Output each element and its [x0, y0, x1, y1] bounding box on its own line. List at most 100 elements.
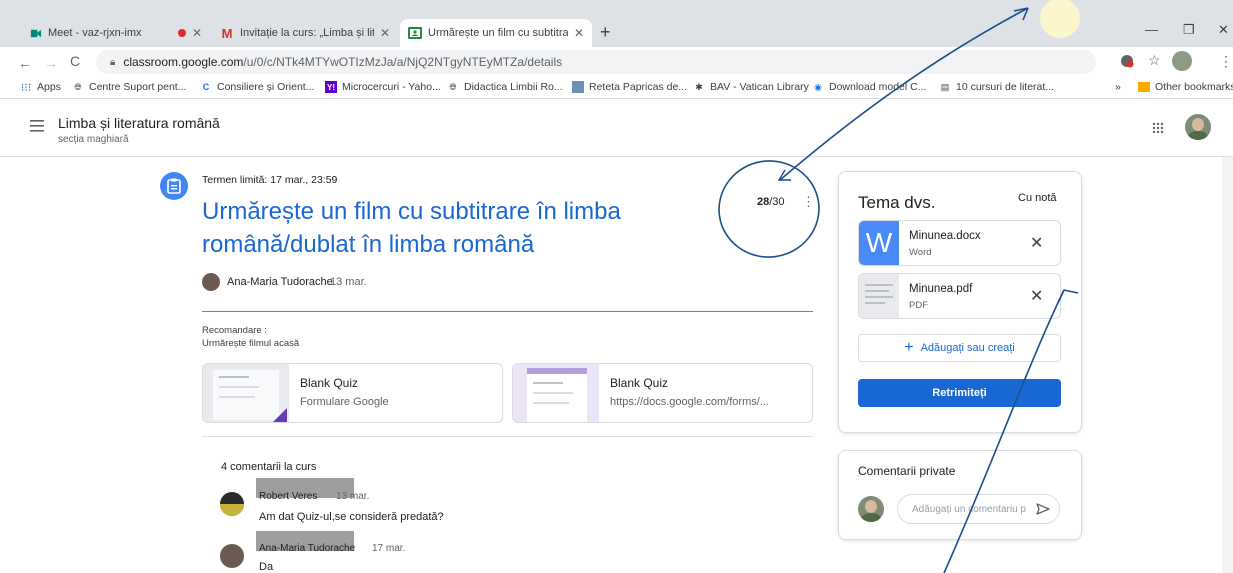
assignment-title-line1: Urmărește un film cu subtitrare în limba [202, 198, 621, 225]
browser-toolbar: ← → C 🔒︎ classroom.google.com/u/0/c/NTk4… [0, 47, 1233, 77]
grade: 28/30 [757, 196, 785, 208]
close-icon[interactable]: ✕ [574, 26, 584, 40]
scrollbar[interactable] [1222, 157, 1233, 573]
class-comments-header[interactable]: 4 comentarii la curs [221, 461, 316, 473]
divider [202, 436, 813, 437]
class-name[interactable]: Limba și literatura română [58, 115, 220, 131]
address-bar[interactable]: 🔒︎ classroom.google.com/u/0/c/NTk4MTYwOT… [96, 50, 1096, 74]
bookmark-item[interactable]: ✱ BAV - Vatican Library [693, 81, 809, 93]
new-tab-button[interactable]: + [600, 22, 611, 43]
comment-text: Da [259, 561, 274, 573]
meet-icon [28, 26, 42, 40]
account-avatar[interactable] [1185, 114, 1211, 140]
private-comment-input[interactable]: Adăugați un comentariu p [897, 494, 1060, 524]
hamburger-menu-icon[interactable] [30, 119, 44, 137]
recording-icon [177, 29, 186, 37]
bookmark-item[interactable]: 🌐︎ Centre Suport pent... [72, 81, 186, 93]
bookmark-item[interactable]: C Consiliere și Orient... [200, 81, 315, 93]
bookmark-label: Download model C... [829, 81, 927, 93]
bookmark-label: Microcercuri - Yaho... [342, 81, 441, 93]
vatican-icon: ✱ [695, 81, 703, 92]
bookmark-label: Centre Suport pent... [89, 81, 187, 93]
ink-tick [777, 169, 791, 181]
bookmarks-bar: ⁝⁝⁝ Apps 🌐︎ Centre Suport pent... C Cons… [0, 77, 1233, 99]
comment-author: Ana-Maria Tudorache [259, 543, 356, 554]
attachment-subtitle: Formulare Google [300, 396, 389, 408]
file-type: PDF [909, 300, 928, 311]
forward-icon[interactable]: → [44, 55, 58, 71]
bookmark-label: Other bookmarks [1155, 81, 1233, 93]
tab-classroom[interactable]: Urmărește un film cu subtitrare în ✕ [400, 19, 592, 47]
author-avatar [202, 273, 220, 291]
post-date: 13 mar. [330, 276, 367, 288]
file-name: Minunea.docx [909, 230, 981, 242]
minimize-icon[interactable]: — [1145, 22, 1158, 37]
attachment-title: Blank Quiz [300, 376, 359, 390]
reload-icon[interactable]: C [70, 53, 80, 69]
url-host: classroom.google.com [123, 55, 244, 69]
file-type: Word [909, 247, 932, 258]
browser-menu-icon[interactable]: ⋮ [1219, 53, 1233, 70]
attachment-title: Blank Quiz [610, 376, 669, 390]
gmail-icon: M [221, 25, 233, 41]
assignment-title: Urmărește un film cu subtitrare în limba… [202, 195, 722, 261]
bookmark-label: Reteta Papricas de... [589, 81, 688, 93]
back-icon[interactable]: ← [18, 55, 32, 71]
bookmark-item[interactable]: ▤ 10 cursuri de literat... [939, 81, 1054, 93]
bookmark-item[interactable]: Reteta Papricas de... [572, 81, 687, 93]
tab-meet[interactable]: Meet - vaz-rjxn-imx ✕ [20, 19, 210, 47]
remove-file-icon[interactable]: ✕ [1030, 233, 1043, 253]
page-icon: ▤ [940, 81, 950, 92]
instructions-text: Urmărește filmul acasă [202, 338, 300, 349]
private-comments-title: Comentarii private [858, 464, 956, 478]
resubmit-button[interactable]: Retrimiteți [858, 379, 1061, 407]
divider [202, 311, 813, 312]
commenter-avatar [220, 492, 244, 516]
bookmark-label: BAV - Vatican Library [710, 81, 809, 93]
more-bookmarks[interactable]: » [1115, 81, 1121, 93]
remove-file-icon[interactable]: ✕ [1030, 286, 1043, 306]
profile-avatar[interactable] [1172, 51, 1192, 71]
close-icon[interactable]: ✕ [380, 26, 390, 40]
bookmark-label: Didactica Limbii Ro... [464, 81, 563, 93]
assignment-title-line2: română/dublat în limba română [202, 231, 535, 258]
comment-date: 13 mar. [336, 491, 370, 502]
star-icon[interactable]: ☆ [1148, 52, 1161, 69]
classroom-icon [408, 26, 422, 40]
attachment-card[interactable]: Blank Quiz https://docs.google.com/forms… [512, 363, 813, 423]
extension-icon[interactable] [1120, 54, 1134, 68]
send-icon[interactable] [1035, 501, 1051, 522]
assignment-icon [160, 172, 188, 200]
url-path: /u/0/c/NTk4MTYwOTIzMzJa/a/NjQ2NTgyNTEyMT… [243, 55, 563, 69]
bookmark-label: 10 cursuri de literat... [956, 81, 1055, 93]
bookmark-label: Consiliere și Orient... [217, 81, 315, 93]
form-corner-icon [271, 408, 287, 422]
comment-text: Am dat Quiz-ul,se consideră predată? [259, 511, 444, 523]
close-icon[interactable]: ✕ [192, 26, 202, 40]
more-options-icon[interactable]: ⋮ [802, 194, 815, 210]
comment-placeholder: Adăugați un comentariu p [912, 504, 1026, 515]
pdf-thumbnail [859, 274, 899, 318]
google-apps-icon[interactable] [1152, 121, 1164, 139]
folder-icon [1138, 82, 1150, 92]
download-icon: ◉ [814, 81, 822, 92]
due-date: Termen limită: 17 mar., 23:59 [202, 174, 338, 186]
window-close-icon[interactable]: ✕ [1218, 22, 1229, 38]
bookmark-apps[interactable]: ⁝⁝⁝ Apps [20, 81, 61, 94]
bookmark-item[interactable]: Y! Microcercuri - Yaho... [325, 81, 441, 93]
grade-value: 28 [757, 196, 770, 208]
bookmark-item[interactable]: ◉ Download model C... [812, 81, 926, 93]
add-or-create-button[interactable]: + Adăugați sau creați [858, 334, 1061, 362]
comment-date: 17 mar. [372, 543, 406, 554]
attachment-card[interactable]: Blank Quiz Formulare Google [202, 363, 503, 423]
file-card-docx[interactable]: W Minunea.docx Word ✕ [858, 220, 1061, 266]
tab-meet-title: Meet - vaz-rjxn-imx [48, 27, 142, 39]
tab-gmail[interactable]: M Invitație la curs: „Limba și literatu … [212, 19, 398, 47]
file-name: Minunea.pdf [909, 283, 973, 295]
bookmark-item[interactable]: 🌐︎ Didactica Limbii Ro... [447, 81, 563, 93]
other-bookmarks[interactable]: Other bookmarks [1138, 81, 1233, 93]
restore-icon[interactable]: ❐ [1183, 22, 1195, 38]
add-or-create-label: Adăugați sau creați [920, 342, 1015, 354]
file-card-pdf[interactable]: Minunea.pdf PDF ✕ [858, 273, 1061, 319]
comment-author: Robert Veres [259, 491, 318, 502]
